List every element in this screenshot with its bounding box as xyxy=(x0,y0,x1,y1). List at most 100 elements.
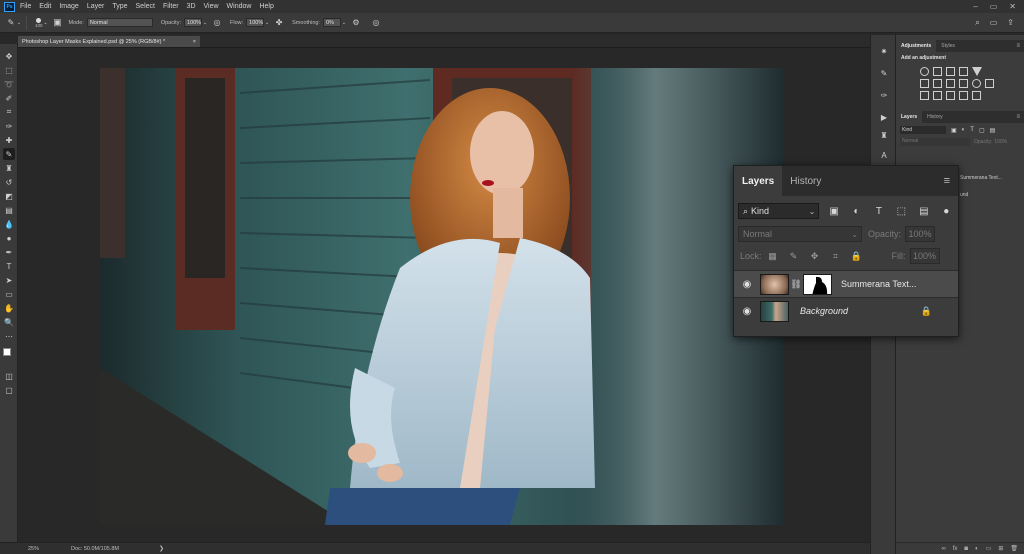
tab-layers-docked[interactable]: Layers xyxy=(896,111,923,123)
menu-type[interactable]: Type xyxy=(112,3,127,10)
brush-preset-picker[interactable]: 100 xyxy=(35,17,43,28)
filter-image-icon[interactable]: ▣ xyxy=(951,127,957,134)
opacity-field[interactable]: 100% xyxy=(905,226,936,242)
smoothing-field[interactable]: 0% xyxy=(322,18,341,27)
close-tab-icon[interactable]: × xyxy=(193,39,196,45)
tab-history[interactable]: History xyxy=(782,166,829,196)
filter-type-icon[interactable]: T xyxy=(871,204,886,218)
marquee-tool-icon[interactable]: ⬚ xyxy=(3,64,15,76)
hue-saturation-icon[interactable] xyxy=(920,79,929,88)
mode-select[interactable]: Normal xyxy=(86,18,153,27)
new-layer-icon[interactable]: ⊞ xyxy=(998,545,1003,552)
channel-mixer-icon[interactable] xyxy=(972,79,981,88)
chevron-down-icon[interactable]: ⌄ xyxy=(43,18,49,28)
menu-file[interactable]: File xyxy=(20,3,31,10)
docked-blend-select[interactable]: Normal xyxy=(900,138,970,146)
navigator-icon[interactable]: ✷ xyxy=(878,45,890,57)
history-brush-tool-icon[interactable]: ↺ xyxy=(3,176,15,188)
layer-name[interactable]: Background xyxy=(800,306,848,316)
menu-select[interactable]: Select xyxy=(136,3,155,10)
chevron-down-icon[interactable]: ⌄ xyxy=(264,18,270,28)
clone-stamp-tool-icon[interactable]: ♜ xyxy=(3,162,15,174)
quick-mask-icon[interactable]: ◫ xyxy=(3,370,15,382)
pressure-opacity-icon[interactable]: ◎ xyxy=(212,18,222,28)
healing-brush-tool-icon[interactable]: ✚ xyxy=(3,134,15,146)
document-tab[interactable]: Photoshop Layer Masks Explained.psd @ 25… xyxy=(18,36,200,47)
docked-opacity-value[interactable]: 100% xyxy=(994,139,1007,145)
add-mask-icon[interactable]: ◙ xyxy=(964,546,968,552)
filter-adjustment-icon[interactable]: ◐ xyxy=(849,204,864,218)
layer-lock-icon[interactable]: 🔒 xyxy=(921,306,932,317)
blur-tool-icon[interactable]: 💧 xyxy=(3,218,15,230)
menu-image[interactable]: Image xyxy=(59,3,78,10)
dodge-tool-icon[interactable]: ● xyxy=(3,232,15,244)
tab-adjustments[interactable]: Adjustments xyxy=(896,40,937,52)
brush-settings-icon[interactable]: ▣ xyxy=(53,17,63,28)
menu-view[interactable]: View xyxy=(204,3,219,10)
threshold-icon[interactable] xyxy=(946,91,955,100)
menu-filter[interactable]: Filter xyxy=(163,3,179,10)
flow-field[interactable]: 100% xyxy=(246,18,265,27)
layer-row-background[interactable]: ◉ Background 🔒 xyxy=(734,297,958,324)
filter-shape-icon[interactable]: ▢ xyxy=(979,127,985,134)
zoom-level[interactable]: 25% xyxy=(28,546,39,552)
hand-tool-icon[interactable]: ✋ xyxy=(3,302,15,314)
menu-3d[interactable]: 3D xyxy=(187,3,196,10)
chevron-down-icon[interactable]: ⌄ xyxy=(16,18,22,28)
lock-transparent-icon[interactable]: ▦ xyxy=(766,249,780,263)
panel-menu-icon[interactable]: ≡ xyxy=(1016,43,1020,49)
filter-shape-icon[interactable]: ⬚ xyxy=(894,204,909,218)
pen-tool-icon[interactable]: ✒ xyxy=(3,246,15,258)
exposure-icon[interactable] xyxy=(959,67,968,76)
mask-link-icon[interactable]: ⛓ xyxy=(789,279,803,290)
panel-menu-icon[interactable]: ≡ xyxy=(1016,114,1020,120)
layer-name[interactable]: Summerana Text... xyxy=(841,279,916,289)
filter-pixel-icon[interactable]: ▣ xyxy=(826,204,841,218)
lock-all-icon[interactable]: 🔒 xyxy=(850,249,864,263)
layer-mask-thumbnail[interactable] xyxy=(803,273,832,295)
docked-kind-select[interactable]: Kind xyxy=(900,126,946,134)
close-window-icon[interactable]: ✕ xyxy=(1009,2,1016,11)
layer-row-summerana-text[interactable]: ◉ ⛓ Summerana Text... xyxy=(734,270,958,297)
menu-edit[interactable]: Edit xyxy=(39,3,51,10)
type-tool-icon[interactable]: T xyxy=(3,260,15,272)
filter-smart-object-icon[interactable]: ▤ xyxy=(916,204,931,218)
new-group-icon[interactable]: ▭ xyxy=(986,545,992,552)
more-tools-icon[interactable]: ⋯ xyxy=(3,330,15,342)
delete-layer-icon[interactable]: 🗑 xyxy=(1010,545,1018,552)
visibility-eye-icon[interactable]: ◉ xyxy=(734,306,760,317)
share-icon[interactable]: ⇪ xyxy=(1007,18,1014,28)
link-layers-icon[interactable]: ∞ xyxy=(941,546,945,552)
foreground-color-swatch[interactable] xyxy=(3,348,11,356)
brush-settings-icon[interactable]: ✎ xyxy=(878,67,890,79)
tab-styles[interactable]: Styles xyxy=(936,40,960,52)
levels-icon[interactable] xyxy=(933,67,942,76)
move-tool-icon[interactable]: ✥ xyxy=(3,50,15,62)
chevron-down-icon[interactable]: ⌄ xyxy=(202,18,208,28)
minimize-icon[interactable]: – xyxy=(973,2,977,11)
fx-icon[interactable]: fx xyxy=(953,546,958,552)
filter-toggle-icon[interactable]: ● xyxy=(939,204,954,218)
tab-history-docked[interactable]: History xyxy=(922,111,948,123)
brightness-icon[interactable] xyxy=(920,67,929,76)
opacity-field[interactable]: 100% xyxy=(184,18,202,27)
brushes-icon[interactable]: ✑ xyxy=(878,89,890,101)
screen-mode-icon[interactable]: ▢ xyxy=(3,384,15,396)
curves-icon[interactable] xyxy=(946,67,955,76)
character-icon[interactable]: A xyxy=(878,149,890,161)
tab-layers[interactable]: Layers xyxy=(734,166,783,196)
brush-tool-icon[interactable]: ✎ xyxy=(6,18,16,28)
menu-help[interactable]: Help xyxy=(259,3,273,10)
gradient-map-icon[interactable] xyxy=(959,91,968,100)
lasso-tool-icon[interactable]: ➰ xyxy=(3,78,15,90)
search-icon[interactable]: ⌕ xyxy=(975,18,979,28)
rectangle-tool-icon[interactable]: ▭ xyxy=(3,288,15,300)
vibrance-icon[interactable] xyxy=(972,67,982,76)
kind-filter-select[interactable]: ⌕ Kind ⌄ xyxy=(738,203,820,219)
quick-select-tool-icon[interactable]: ✐ xyxy=(3,92,15,104)
photo-filter-icon[interactable] xyxy=(959,79,968,88)
lock-artboard-icon[interactable]: ⌗ xyxy=(829,249,843,263)
fill-field[interactable]: 100% xyxy=(909,248,940,264)
brush-tool-icon[interactable]: ✎ xyxy=(3,148,15,160)
maximize-icon[interactable]: ▭ xyxy=(990,2,998,11)
